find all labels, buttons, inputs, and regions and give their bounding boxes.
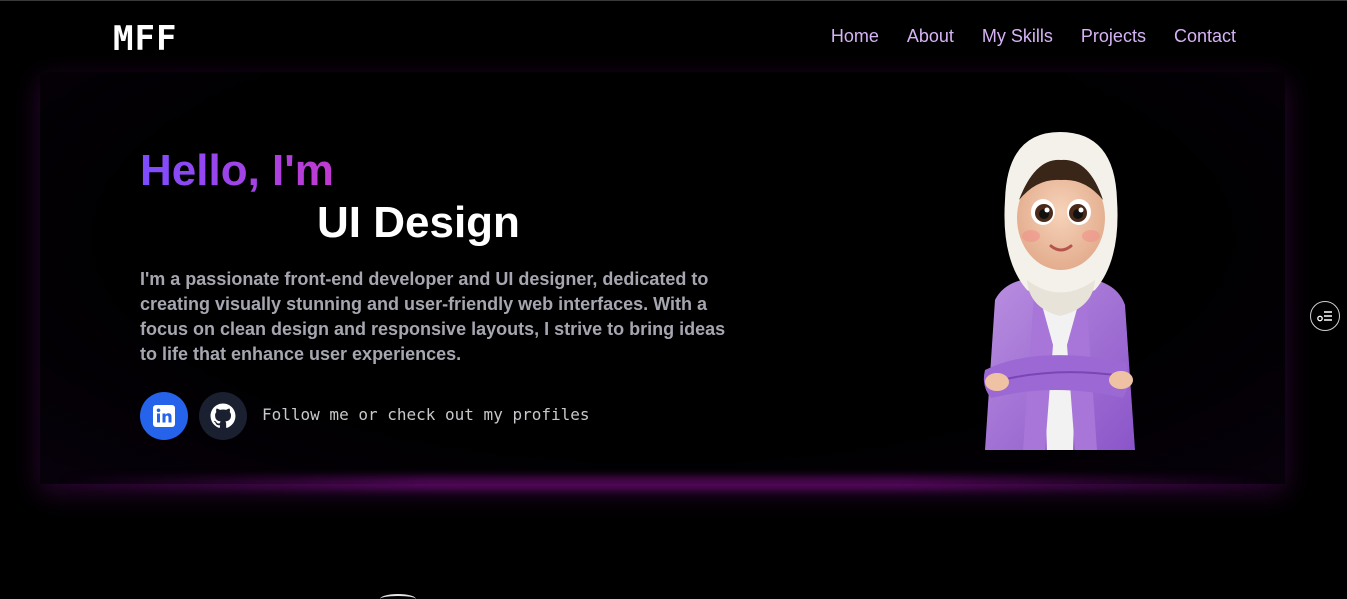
follow-text: Follow me or check out my profiles: [262, 405, 590, 424]
menu-list-icon: [1317, 311, 1332, 322]
hero-bio: I'm a passionate front-end developer and…: [140, 269, 726, 364]
next-section-edge: [380, 594, 416, 599]
navbar: MFF Home About My Skills Projects Contac…: [0, 0, 1347, 72]
nav-links: Home About My Skills Projects Contact: [831, 26, 1236, 47]
nav-link-my-skills[interactable]: My Skills: [982, 26, 1053, 47]
nav-link-home[interactable]: Home: [831, 26, 879, 47]
site-logo[interactable]: MFF: [113, 19, 177, 59]
hero-role: UI Design: [317, 198, 520, 247]
hero-greeting: Hello, I'm: [140, 146, 334, 195]
github-button[interactable]: [199, 392, 247, 440]
linkedin-icon: [153, 405, 175, 427]
sidebar-toggle-button[interactable]: [1310, 301, 1340, 331]
hero-glow-divider: [60, 476, 1270, 490]
nav-link-projects[interactable]: Projects: [1081, 26, 1146, 47]
nav-link-about[interactable]: About: [907, 26, 954, 47]
linkedin-button[interactable]: [140, 392, 188, 440]
github-icon: [210, 403, 236, 428]
nav-link-contact[interactable]: Contact: [1174, 26, 1236, 47]
avatar-illustration: [983, 132, 1135, 450]
